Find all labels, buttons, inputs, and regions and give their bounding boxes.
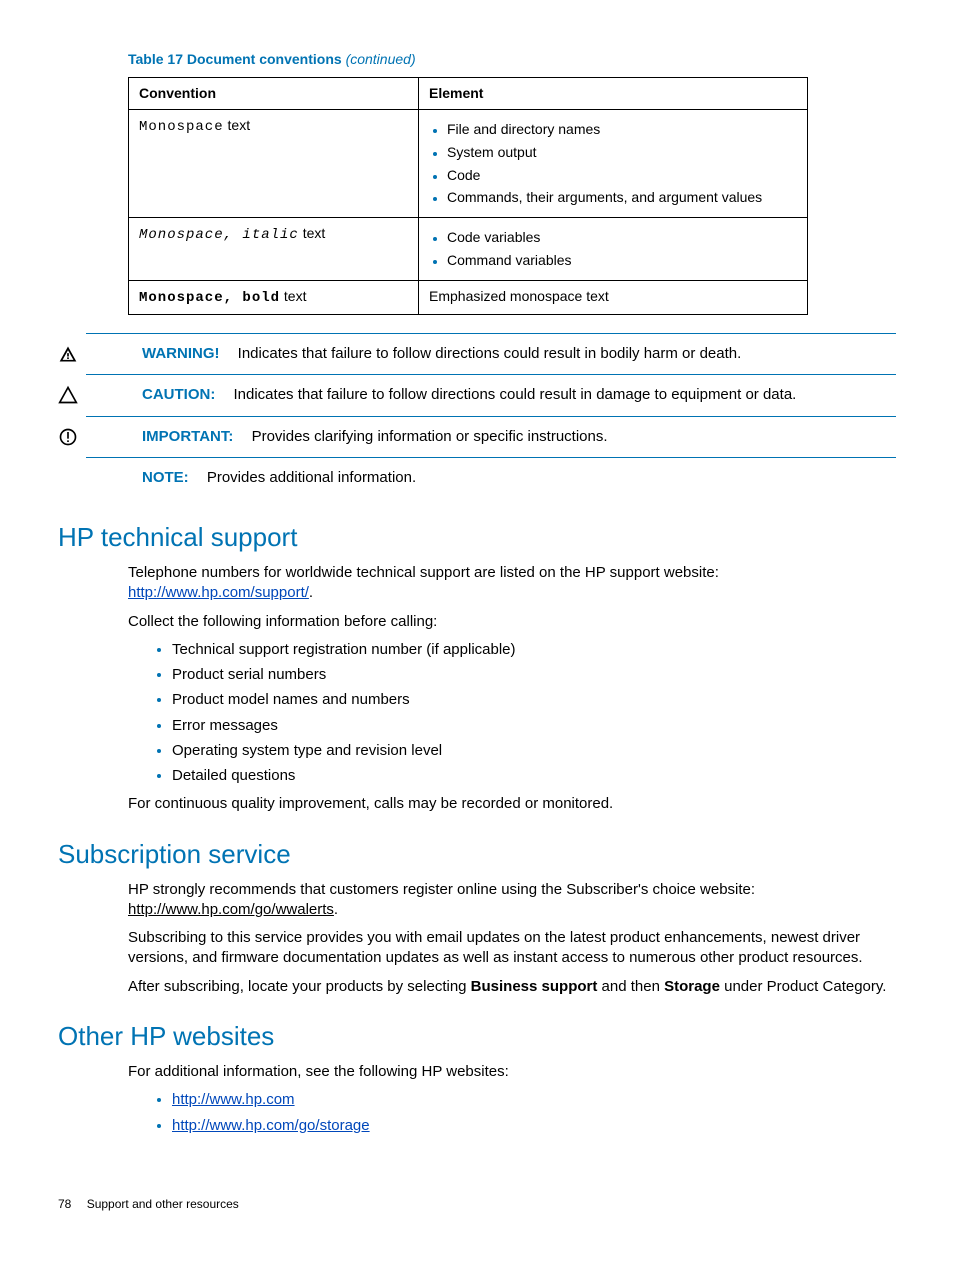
list-item: Product serial numbers [172,665,896,685]
important-text: Provides clarifying information or speci… [252,428,608,445]
conv-mono-italic: Monospace, italic [139,227,299,243]
admonition-note: NOTE: Provides additional information. [86,458,896,498]
paragraph: Subscribing to this service provides you… [128,928,896,969]
list-item: http://www.hp.com/go/storage [172,1116,896,1136]
page-footer: 78 Support and other resources [58,1196,896,1212]
note-text: Provides additional information. [207,469,416,486]
paragraph: Telephone numbers for worldwide technica… [128,563,896,604]
list-item: Detailed questions [172,766,896,786]
table-row: Monospace, italic text Code variables Co… [129,218,808,281]
paragraph: After subscribing, locate your products … [128,977,896,997]
admonition-important: IMPORTANT: Provides clarifying informati… [86,417,896,458]
hp-link[interactable]: http://www.hp.com [172,1091,295,1108]
heading-hp-technical-support: HP technical support [58,520,896,555]
list-item: Technical support registration number (i… [172,640,896,660]
conv-tail: text [299,225,325,241]
conv-tail: text [280,288,306,304]
admonition-warning: WARNING! Indicates that failure to follo… [86,333,896,375]
list-item: Product model names and numbers [172,690,896,710]
important-label: IMPORTANT: [142,428,233,445]
list-item: System output [447,143,797,162]
important-circle-icon [58,427,78,447]
paragraph: For continuous quality improvement, call… [128,794,896,814]
warning-triangle-icon [58,344,78,364]
page-number: 78 [58,1197,71,1211]
other-websites-list: http://www.hp.com http://www.hp.com/go/s… [128,1090,896,1136]
note-label: NOTE: [142,469,189,486]
conv-mono: Monospace [139,119,224,135]
support-info-list: Technical support registration number (i… [128,640,896,787]
support-link[interactable]: http://www.hp.com/support/ [128,584,309,601]
heading-subscription-service: Subscription service [58,837,896,872]
heading-other-hp-websites: Other HP websites [58,1019,896,1054]
admonition-caution: CAUTION: Indicates that failure to follo… [86,375,896,416]
element-list: Code variables Command variables [429,228,797,270]
paragraph: For additional information, see the foll… [128,1062,896,1082]
paragraph: HP strongly recommends that customers re… [128,880,896,921]
list-item: Command variables [447,251,797,270]
table-row: Monospace, bold text Emphasized monospac… [129,281,808,315]
footer-title: Support and other resources [87,1197,239,1211]
list-item: File and directory names [447,120,797,139]
wwalerts-link[interactable]: http://www.hp.com/go/wwalerts [128,901,334,918]
table-row: Monospace text File and directory names … [129,109,808,218]
element-list: File and directory names System output C… [429,120,797,208]
list-item: Error messages [172,716,896,736]
conventions-table: Convention Element Monospace text File a… [128,77,808,315]
element-text: Emphasized monospace text [419,281,808,315]
list-item: Code [447,166,797,185]
th-convention: Convention [129,77,419,109]
paragraph: Collect the following information before… [128,612,896,632]
caption-continued: (continued) [346,51,416,67]
caution-label: CAUTION: [142,386,215,403]
list-item: Commands, their arguments, and argument … [447,188,797,207]
caption-text: Table 17 Document conventions [128,51,342,67]
list-item: Operating system type and revision level [172,741,896,761]
warning-text: Indicates that failure to follow directi… [238,345,742,362]
list-item: Code variables [447,228,797,247]
conv-tail: text [224,117,250,133]
th-element: Element [419,77,808,109]
list-item: http://www.hp.com [172,1090,896,1110]
hp-storage-link[interactable]: http://www.hp.com/go/storage [172,1117,370,1134]
table-caption: Table 17 Document conventions (continued… [128,50,896,69]
conv-mono-bold: Monospace, bold [139,290,280,306]
caution-triangle-icon [58,385,78,405]
caution-text: Indicates that failure to follow directi… [234,386,797,403]
warning-label: WARNING! [142,345,220,362]
